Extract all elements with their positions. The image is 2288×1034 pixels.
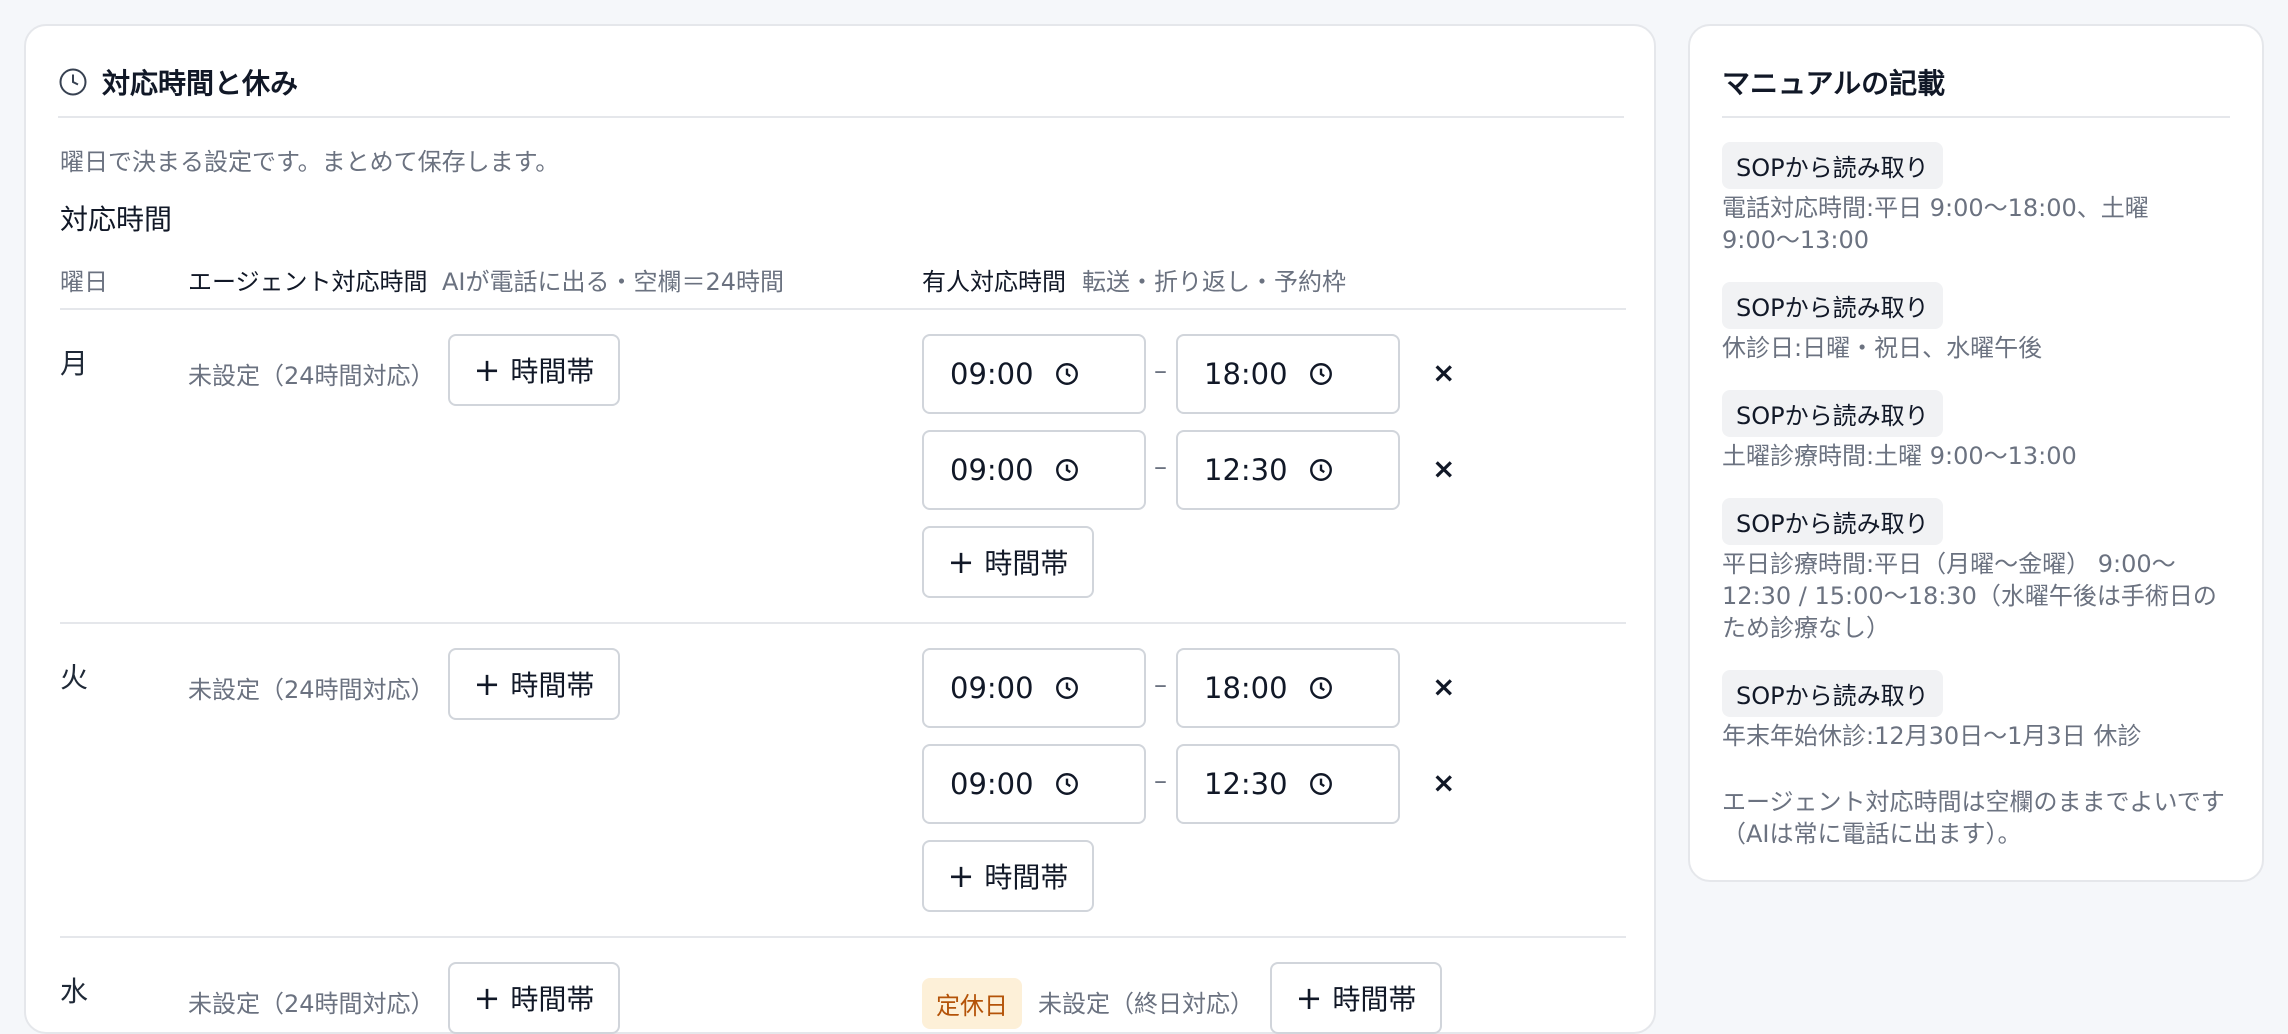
close-icon: × — [1432, 452, 1456, 485]
remove-slot-button[interactable]: × — [1432, 766, 1455, 799]
side-note: エージェント対応時間は空欄のままでよいです（AIは常に電話に出ます）。 — [1722, 788, 2225, 848]
agent-hours-unset: 未設定（24時間対応） — [188, 676, 435, 704]
closed-day-badge: 定休日 — [922, 978, 1022, 1029]
human-hours-unset: 未設定（終日対応） — [1038, 990, 1254, 1018]
card-header: マニュアルの記載 — [1722, 62, 1945, 102]
sop-entry: 平日診療時間:平日（月曜〜金曜） 9:00〜12:30 / 15:00〜18:3… — [1722, 550, 2217, 642]
remove-slot-button[interactable]: × — [1432, 670, 1455, 703]
start-time-input[interactable]: 09:00 — [922, 648, 1146, 728]
sop-badge: SOPから読み取り — [1722, 670, 1943, 717]
plus-icon: + — [473, 665, 501, 703]
agent-add-slot-button[interactable]: + 時間帯 — [448, 648, 620, 720]
card-title: 対応時間と休み — [102, 67, 299, 100]
range-dash: – — [1154, 356, 1167, 386]
card-header: 対応時間と休み — [58, 62, 298, 102]
card-title: マニュアルの記載 — [1722, 67, 1946, 100]
hours-card: 対応時間と休み 曜日で決まる設定です。まとめて保存します。 対応時間 曜日 エー… — [24, 24, 1656, 1034]
section-title: 対応時間 — [60, 203, 173, 236]
range-dash: – — [1154, 766, 1167, 796]
agent-hours-unset: 未設定（24時間対応） — [188, 990, 435, 1018]
plus-icon: + — [947, 857, 975, 895]
day-label: 水 — [60, 975, 89, 1008]
sop-entry: 土曜診療時間:土曜 9:00〜13:00 — [1722, 442, 2077, 470]
start-time-input[interactable]: 09:00 — [922, 334, 1146, 414]
plus-icon: + — [473, 979, 501, 1017]
col-agent: エージェント対応時間 — [188, 268, 428, 296]
start-time-input[interactable]: 09:00 — [922, 430, 1146, 510]
agent-hours-unset: 未設定（24時間対応） — [188, 362, 435, 390]
row-divider — [60, 622, 1626, 624]
row-divider — [60, 936, 1626, 938]
clock-icon — [1055, 363, 1078, 385]
close-icon: × — [1432, 670, 1456, 703]
clock-icon — [1309, 773, 1332, 795]
title-divider — [1722, 116, 2230, 118]
day-label: 月 — [60, 347, 89, 380]
end-time-input[interactable]: 18:00 — [1176, 648, 1400, 728]
remove-slot-button[interactable]: × — [1432, 356, 1455, 389]
human-add-slot-button[interactable]: + 時間帯 — [922, 840, 1094, 912]
remove-slot-button[interactable]: × — [1432, 452, 1455, 485]
plus-icon: + — [1295, 979, 1323, 1017]
col-day: 曜日 — [60, 268, 108, 296]
card-description: 曜日で決まる設定です。まとめて保存します。 — [60, 148, 560, 176]
start-time-input[interactable]: 09:00 — [922, 744, 1146, 824]
end-time-input[interactable]: 18:00 — [1176, 334, 1400, 414]
agent-add-slot-button[interactable]: + 時間帯 — [448, 334, 620, 406]
plus-icon: + — [473, 351, 501, 389]
sop-entry: 年末年始休診:12月30日〜1月3日 休診 — [1722, 722, 2142, 750]
clock-icon — [1055, 773, 1078, 795]
range-dash: – — [1154, 452, 1167, 482]
sop-badge: SOPから読み取り — [1722, 282, 1943, 329]
agent-add-slot-button[interactable]: + 時間帯 — [448, 962, 620, 1034]
clock-icon — [1055, 677, 1078, 699]
header-divider — [60, 308, 1626, 310]
close-icon: × — [1432, 356, 1456, 389]
title-divider — [58, 116, 1624, 118]
plus-icon: + — [947, 543, 975, 581]
sop-badge: SOPから読み取り — [1722, 498, 1943, 545]
day-label: 火 — [60, 661, 89, 694]
clock-icon — [1055, 459, 1078, 481]
col-human: 有人対応時間 — [922, 268, 1066, 296]
end-time-input[interactable]: 12:30 — [1176, 744, 1400, 824]
close-icon: × — [1432, 766, 1456, 799]
manual-card: マニュアルの記載 SOPから読み取り 電話対応時間:平日 9:00〜18:00、… — [1688, 24, 2264, 882]
clock-icon — [59, 68, 87, 96]
clock-icon — [1309, 363, 1332, 385]
end-time-input[interactable]: 12:30 — [1176, 430, 1400, 510]
human-add-slot-button[interactable]: + 時間帯 — [922, 526, 1094, 598]
range-dash: – — [1154, 670, 1167, 700]
clock-icon — [1309, 677, 1332, 699]
sop-entry: 電話対応時間:平日 9:00〜18:00、土曜 9:00〜13:00 — [1722, 194, 2149, 254]
col-human-hint: 転送・折り返し・予約枠 — [1082, 268, 1346, 296]
sop-badge: SOPから読み取り — [1722, 142, 1943, 189]
clock-icon — [1309, 459, 1332, 481]
sop-badge: SOPから読み取り — [1722, 390, 1943, 437]
human-add-slot-button[interactable]: + 時間帯 — [1270, 962, 1442, 1034]
col-agent-hint: AIが電話に出る・空欄＝24時間 — [442, 268, 785, 296]
sop-entry: 休診日:日曜・祝日、水曜午後 — [1722, 334, 2043, 362]
